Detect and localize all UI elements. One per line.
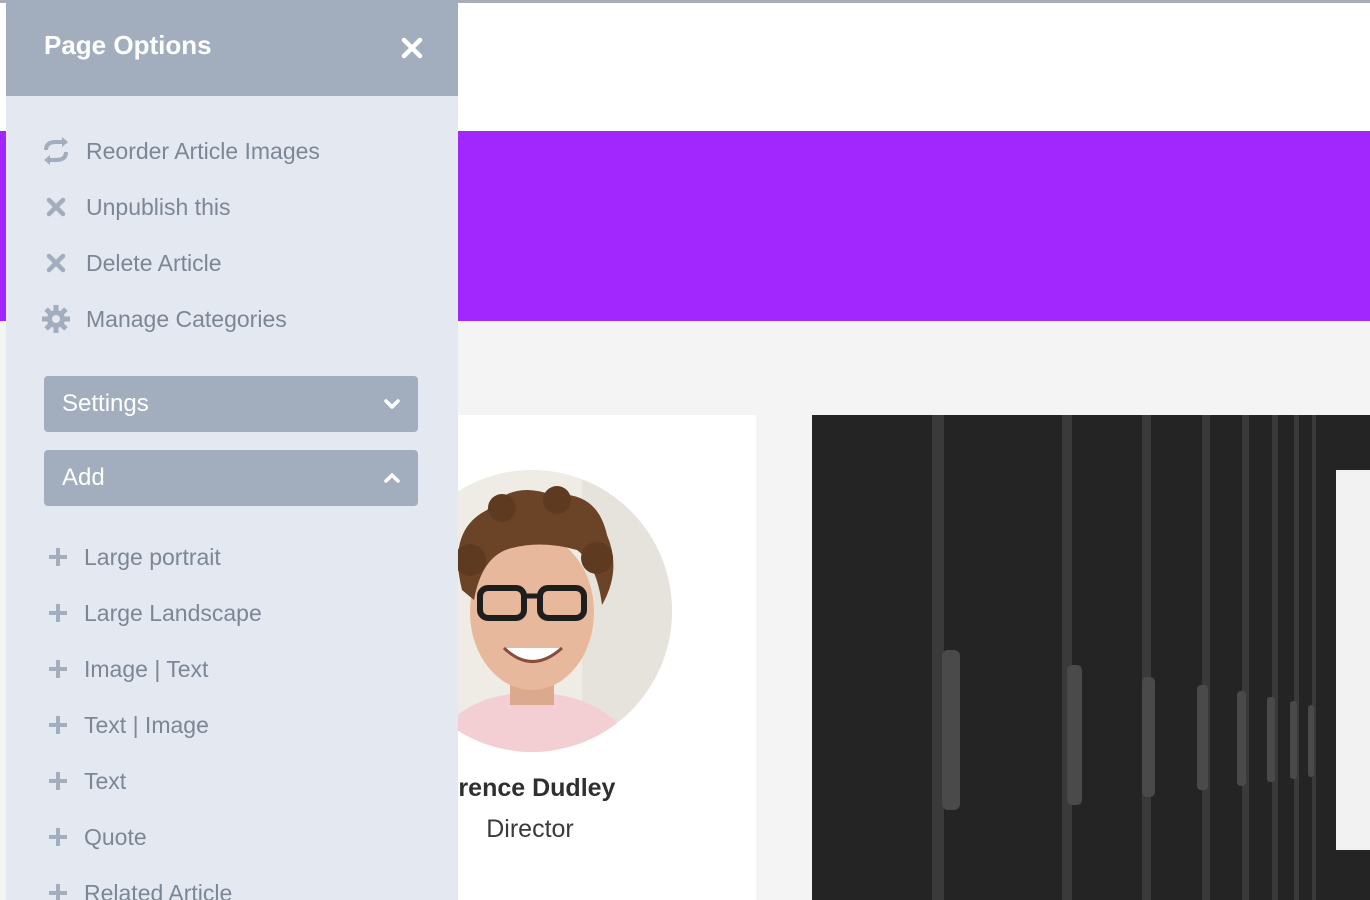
plus-icon: [42, 877, 74, 900]
unpublish-label: Unpublish this: [86, 193, 231, 220]
add-item-label: Related Article: [84, 879, 233, 900]
add-text-image[interactable]: Text | Image: [42, 707, 209, 743]
chevron-up-icon: [380, 466, 404, 490]
reorder-images-action[interactable]: Reorder Article Images: [36, 133, 320, 169]
close-icon: [36, 189, 76, 225]
reorder-images-label: Reorder Article Images: [86, 137, 320, 164]
add-accordion-label: Add: [62, 464, 105, 491]
close-icon: [36, 245, 76, 281]
chevron-down-icon: [380, 392, 404, 416]
plus-icon: [42, 821, 74, 853]
manage-categories-action[interactable]: Manage Categories: [36, 301, 287, 337]
refresh-icon: [36, 133, 76, 169]
add-quote[interactable]: Quote: [42, 819, 147, 855]
delete-article-action[interactable]: Delete Article: [36, 245, 222, 281]
add-item-label: Quote: [84, 823, 147, 850]
add-accordion[interactable]: Add: [44, 450, 418, 506]
add-item-label: Text | Image: [84, 711, 209, 738]
panel-title: Page Options: [44, 30, 212, 60]
close-panel-button[interactable]: [398, 34, 426, 62]
add-item-label: Large Landscape: [84, 599, 262, 626]
panel-header: Page Options: [6, 0, 458, 96]
manage-categories-label: Manage Categories: [86, 305, 287, 332]
add-large-landscape[interactable]: Large Landscape: [42, 595, 262, 631]
plus-icon: [42, 541, 74, 573]
gear-icon: [36, 301, 76, 337]
article-photo: [812, 415, 1370, 900]
add-item-label: Text: [84, 767, 127, 794]
add-image-text[interactable]: Image | Text: [42, 651, 208, 687]
delete-article-label: Delete Article: [86, 249, 222, 276]
add-item-label: Image | Text: [84, 655, 209, 682]
unpublish-action[interactable]: Unpublish this: [36, 189, 230, 225]
add-text[interactable]: Text: [42, 763, 126, 799]
plus-icon: [42, 597, 74, 629]
plus-icon: [42, 653, 74, 685]
plus-icon: [42, 765, 74, 797]
add-related-article[interactable]: Related Article: [42, 875, 232, 900]
close-icon: [401, 37, 423, 59]
page-options-panel: Page Options Reorder Article Images Unpu…: [6, 0, 458, 900]
settings-accordion-label: Settings: [62, 390, 149, 417]
add-item-label: Large portrait: [84, 543, 221, 570]
settings-accordion[interactable]: Settings: [44, 376, 418, 432]
add-large-portrait[interactable]: Large portrait: [42, 539, 221, 575]
plus-icon: [42, 709, 74, 741]
